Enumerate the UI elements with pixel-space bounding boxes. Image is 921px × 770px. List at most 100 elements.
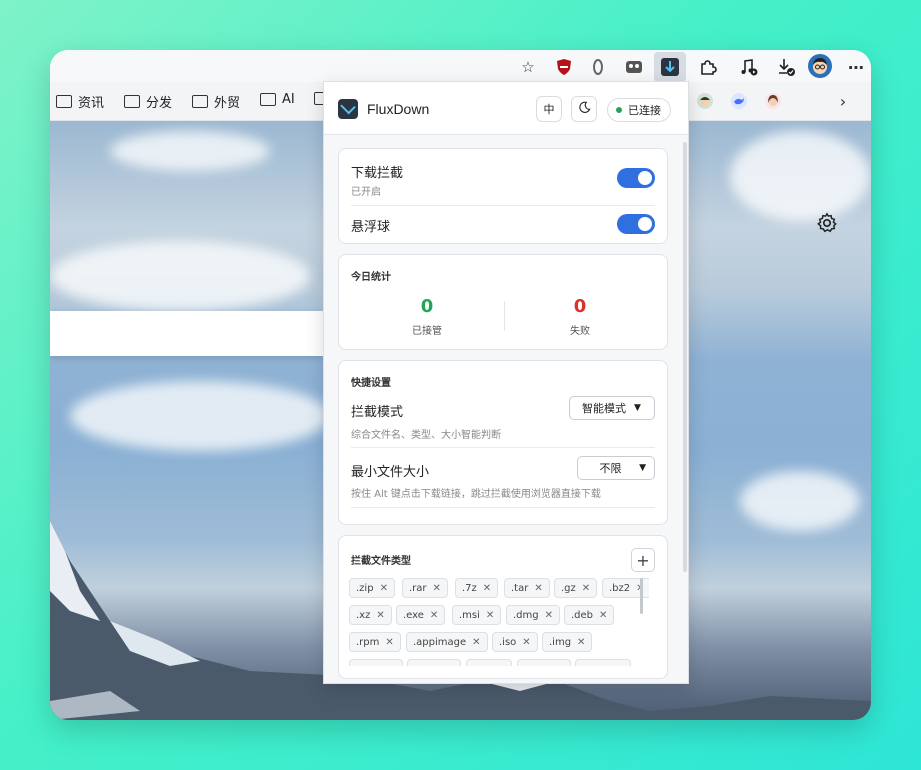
bookmark-folder[interactable]: 外贸 (192, 92, 240, 111)
float-ball-toggle[interactable] (617, 214, 655, 234)
add-file-type-button[interactable]: + (631, 548, 655, 572)
popup-title: FluxDown (367, 101, 430, 117)
min-size-select[interactable]: 不限 ▼ (577, 456, 655, 480)
file-type-tag: .gz ✕ (554, 578, 598, 598)
gear-icon[interactable] (816, 212, 838, 234)
moon-icon (578, 101, 591, 117)
status-dot-icon (616, 107, 622, 113)
close-icon[interactable]: ✕ (599, 610, 607, 621)
star-icon[interactable]: ☆ (515, 55, 541, 79)
bookmark-label: AI (282, 92, 295, 107)
close-icon[interactable]: ✕ (430, 610, 438, 621)
intercept-toggle[interactable] (617, 168, 655, 188)
quick-settings-card: 快捷设置 拦截模式 智能模式 ▼ 综合文件名、类型、大小智能判断 最小文件大小 … (338, 360, 668, 525)
file-type-tag: .7z ✕ (455, 578, 499, 598)
toggles-card: 下载拦截 已开启 悬浮球 (338, 148, 668, 244)
puzzle-icon[interactable] (695, 55, 721, 79)
file-type-tag-partial (575, 659, 631, 666)
more-menu-icon[interactable]: ⋯ (843, 55, 869, 79)
tag-label: .msi (459, 609, 480, 621)
stats-title: 今日统计 (351, 272, 391, 283)
close-icon[interactable]: ✕ (534, 583, 542, 594)
bookmark-folder[interactable]: 分发 (124, 92, 172, 111)
folder-icon (124, 95, 140, 108)
ublock-shield-icon[interactable] (551, 55, 577, 79)
chevron-down-icon: ▼ (639, 463, 646, 473)
folder-icon (260, 93, 276, 106)
file-type-tag-partial (466, 659, 512, 666)
tag-label: .iso (499, 636, 517, 648)
intercept-status: 已开启 (351, 187, 381, 198)
cloud (730, 131, 870, 221)
close-icon[interactable]: ✕ (380, 583, 388, 594)
cloud (50, 241, 310, 311)
intercept-mode-value: 智能模式 (582, 402, 626, 415)
tag-label: .rar (409, 582, 427, 594)
bookmark-label: 外贸 (214, 96, 241, 111)
divider (351, 447, 655, 448)
close-icon[interactable]: ✕ (433, 583, 441, 594)
popup-scrollbar[interactable] (683, 142, 687, 572)
bookmark-folder[interactable]: AI (260, 92, 295, 107)
file-type-tag-partial (517, 659, 571, 666)
close-icon[interactable]: ✕ (582, 583, 590, 594)
download-icon[interactable] (773, 55, 799, 79)
stats-card: 今日统计 0 已接管 0 失败 (338, 254, 668, 350)
tags-scrollbar[interactable] (640, 578, 643, 614)
close-icon[interactable]: ✕ (545, 610, 553, 621)
file-type-tag: .dmg ✕ (506, 605, 561, 625)
tag-label: .tar (511, 582, 529, 594)
quick-settings-title: 快捷设置 (351, 378, 391, 389)
intercept-mode-select[interactable]: 智能模式 ▼ (569, 396, 655, 420)
close-icon[interactable]: ✕ (376, 610, 384, 621)
chevron-right-icon[interactable]: › (830, 89, 856, 113)
theme-toggle-button[interactable] (571, 96, 597, 122)
fluxdown-extension-icon[interactable] (654, 52, 686, 82)
close-icon[interactable]: ✕ (483, 583, 491, 594)
bookmark-folder[interactable]: 资讯 (56, 92, 104, 111)
close-icon[interactable]: ✕ (472, 637, 480, 648)
intercept-mode-label: 拦截模式 (351, 405, 404, 420)
tag-label: .bz2 (609, 582, 631, 594)
intercept-mode-hint: 综合文件名、类型、大小智能判断 (351, 430, 501, 441)
close-icon[interactable]: ✕ (385, 637, 393, 648)
taken-label: 已接管 (412, 326, 442, 337)
bookmark-label: 资讯 (78, 96, 105, 111)
connection-status-label: 已连接 (628, 104, 661, 117)
close-icon[interactable]: ✕ (486, 610, 494, 621)
tag-label: .deb (571, 609, 594, 621)
bookmark-girl-avatar-icon[interactable] (760, 89, 786, 113)
page-search-bar[interactable] (50, 311, 323, 356)
file-type-tag: .tar ✕ (504, 578, 550, 598)
close-icon[interactable]: ✕ (522, 637, 530, 648)
close-icon[interactable]: ✕ (577, 637, 585, 648)
cloud (110, 131, 270, 171)
tag-label: .dmg (513, 609, 539, 621)
cloud (70, 381, 330, 451)
language-button[interactable]: 中 (536, 96, 562, 122)
tag-label: .appimage (413, 636, 467, 648)
media-control-icon[interactable] (736, 55, 762, 79)
connection-status-badge: 已连接 (607, 98, 671, 122)
tag-label: .img (549, 636, 572, 648)
min-size-hint: 按住 Alt 键点击下载链接，跳过拦截使用浏览器直接下载 (351, 489, 601, 500)
file-type-tags: .zip ✕ .rar ✕ .7z ✕ .tar ✕ .gz ✕ .bz2 ✕ .xz ✕ .… (349, 578, 649, 666)
tag-label: .7z (462, 582, 477, 594)
fluxdown-popup: FluxDown 中 已连接 下载拦截 已开启 悬浮球 今日统计 0 已接管 0… (323, 81, 689, 684)
mask-extension-icon[interactable] (621, 55, 647, 79)
failed-label: 失败 (570, 326, 590, 337)
fluxdown-logo-icon (338, 99, 358, 119)
tag-label: .exe (403, 609, 424, 621)
file-type-tag: .deb ✕ (564, 605, 615, 625)
file-type-tag: .iso ✕ (492, 632, 538, 652)
bookmark-whale-icon[interactable] (726, 89, 752, 113)
tag-label: .zip (356, 582, 374, 594)
profile-avatar-icon[interactable] (807, 53, 833, 79)
folder-icon (192, 95, 208, 108)
bookmark-avatar-icon[interactable] (692, 89, 718, 113)
zero-extension-icon[interactable] (585, 55, 611, 79)
min-size-label: 最小文件大小 (351, 465, 430, 480)
file-type-tag: .img ✕ (542, 632, 593, 652)
bookmark-label: 分发 (146, 96, 173, 111)
file-type-tag-partial (349, 659, 403, 666)
